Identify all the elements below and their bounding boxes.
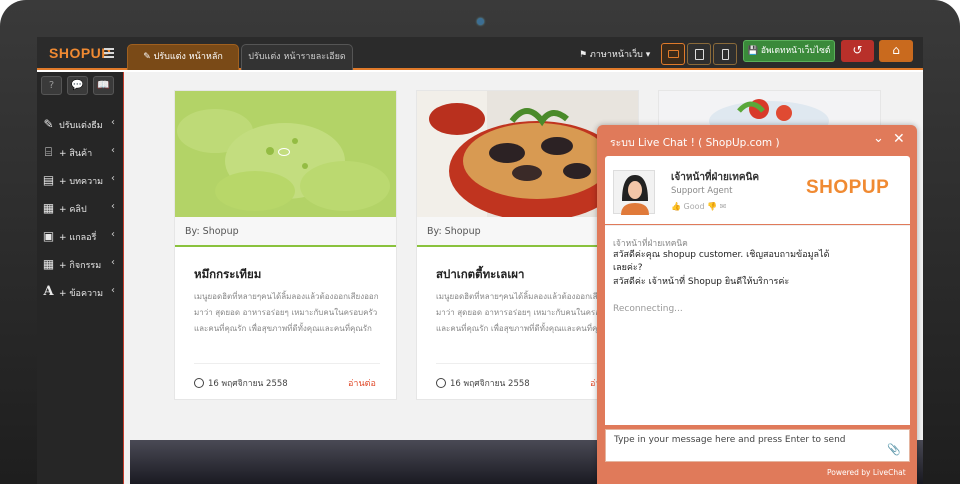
sidebar-item-label: + สินค้า (59, 149, 93, 159)
tab-customize-detail[interactable]: ปรับแต่ง หน้ารายละเอียด (241, 44, 353, 70)
powered-by-label: Powered by LiveChat (827, 468, 906, 477)
chevron-left-icon: ‹ (111, 117, 115, 128)
help-icon[interactable]: ? (41, 76, 62, 95)
monitor-icon (668, 50, 679, 58)
undo-button[interactable]: ↺ (841, 40, 874, 62)
livechat-widget: ระบบ Live Chat ! ( ShopUp.com ) ⌄ ✕ เจ้า… (597, 125, 917, 484)
card-description: เมนูยอดฮิตที่หลายๆคนได้ลิ้มลองแล้วต้องออ… (436, 292, 621, 333)
gift-icon: ⌸ (44, 145, 53, 159)
card-date: 16 พฤศจิกายน 2558 (436, 376, 530, 390)
card-title[interactable]: สปาเกตตี้ทะเลเผา (436, 266, 524, 284)
email-icon[interactable]: ✉ (720, 202, 727, 211)
document-icon: ▤ (42, 173, 55, 187)
tab-label: ปรับแต่ง หน้าหลัก (153, 52, 223, 62)
phone-icon (722, 49, 729, 60)
sidebar-item-label: + แกลอรี่ (59, 233, 97, 243)
hamburger-menu-icon[interactable] (104, 48, 114, 58)
sidebar-item-label: + บทความ (59, 177, 104, 187)
language-dropdown[interactable]: ⚑ ภาษาหน้าเว็บ ▾ (579, 47, 650, 61)
attachment-icon[interactable]: 📎 (887, 443, 901, 456)
card-description: เมนูยอดฮิตที่หลายๆคนได้ลิ้มลองแล้วต้องออ… (194, 292, 379, 333)
divider (436, 363, 622, 364)
clock-icon (436, 378, 446, 388)
desktop-preview-button[interactable] (661, 43, 685, 65)
pencil-icon: ✎ (143, 52, 154, 62)
chevron-left-icon: ‹ (111, 257, 115, 268)
image-icon: ▣ (42, 229, 55, 243)
shopup-chat-logo: SHOPUP (806, 177, 890, 198)
text-icon: A (43, 284, 54, 299)
undo-icon: ↺ (852, 43, 863, 57)
update-website-button[interactable]: 💾 อัพเดทหน้าเว็บไซต์ (743, 40, 835, 62)
camera-dot (477, 18, 484, 25)
food-image-calamari (175, 91, 396, 217)
clock-icon (194, 378, 204, 388)
divider (194, 363, 380, 364)
sidebar-item-article[interactable]: ▤ + บทความ ‹ (37, 169, 123, 193)
editor-topbar: SHOPUP ✎ ปรับแต่ง หน้าหลัก ปรับแต่ง หน้า… (37, 37, 923, 70)
card-author: By: Shopup (175, 217, 396, 247)
chat-icon[interactable]: 💬 (67, 76, 88, 95)
home-button[interactable]: ⌂ (879, 40, 913, 62)
date-text: 16 พฤศจิกายน 2558 (450, 379, 530, 389)
blog-card[interactable]: By: Shopup หมึกกระเทียม เมนูยอดฮิตที่หลา… (174, 90, 397, 400)
calendar-icon: ▦ (42, 257, 55, 271)
book-icon[interactable]: 📖 (93, 76, 114, 95)
chevron-left-icon: ‹ (111, 145, 115, 156)
sidebar-item-theme[interactable]: ✎ ปรับแต่งธีม ‹ (37, 113, 123, 137)
chevron-left-icon: ‹ (111, 201, 115, 212)
editor-sidebar: ? 💬 📖 ✎ ปรับแต่งธีม ‹ ⌸ + สินค้า ‹ ▤ + บ… (37, 72, 123, 484)
sidebar-item-text[interactable]: A + ข้อความ ‹ (37, 281, 123, 305)
film-icon: ▦ (42, 201, 55, 215)
sidebar-item-label: ปรับแต่งธีม (59, 121, 103, 131)
agent-avatar (613, 170, 655, 215)
chevron-left-icon: ‹ (111, 229, 115, 240)
tab-label: ปรับแต่ง หน้ารายละเอียด (248, 52, 346, 62)
agent-card: เจ้าหน้าที่ฝ่ายเทคนิค Support Agent 👍 Go… (605, 156, 910, 224)
edit-icon: ✎ (43, 117, 54, 131)
sidebar-item-gallery[interactable]: ▣ + แกลอรี่ ‹ (37, 225, 123, 249)
chat-message: สวัสดีค่ะคุณ shopup customer. เชิญสอบถาม… (613, 250, 830, 273)
close-icon[interactable]: ✕ (893, 131, 905, 147)
tablet-icon (695, 49, 704, 60)
sidebar-item-label: + กิจกรรม (59, 261, 102, 271)
agent-role: Support Agent (671, 186, 733, 196)
thumbs-down-icon[interactable]: 👎 (707, 202, 717, 211)
read-more-link[interactable]: อ่านต่อ (348, 376, 376, 390)
connection-status: Reconnecting... (613, 304, 683, 314)
mobile-preview-button[interactable] (713, 43, 737, 65)
chevron-left-icon: ‹ (111, 285, 115, 296)
rating-label: Good (683, 202, 705, 211)
sidebar-item-label: + ข้อความ (59, 289, 104, 299)
sidebar-item-label: + คลิป (59, 205, 87, 215)
sidebar-item-clip[interactable]: ▦ + คลิป ‹ (37, 197, 123, 221)
card-title[interactable]: หมึกกระเทียม (194, 266, 261, 284)
message-sender: เจ้าหน้าที่ฝ่ายเทคนิค (613, 239, 688, 249)
shopup-logo: SHOPUP (49, 45, 112, 61)
tab-customize-home[interactable]: ✎ ปรับแต่ง หน้าหลัก (127, 44, 239, 70)
chat-message: สวัสดีค่ะ เจ้าหน้าที่ Shopup ยินดีให้บริ… (613, 277, 790, 287)
laptop-frame: SHOPUP ✎ ปรับแต่ง หน้าหลัก ปรับแต่ง หน้า… (0, 0, 960, 484)
agent-name: เจ้าหน้าที่ฝ่ายเทคนิค (671, 172, 760, 183)
chat-transcript: เจ้าหน้าที่ฝ่ายเทคนิค สวัสดีค่ะคุณ shopu… (605, 225, 910, 425)
rating-bar: 👍 Good 👎 ✉ (671, 202, 726, 211)
tablet-preview-button[interactable] (687, 43, 711, 65)
sidebar-item-event[interactable]: ▦ + กิจกรรม ‹ (37, 253, 123, 277)
thumbs-up-icon[interactable]: 👍 (671, 202, 681, 211)
livechat-title: ระบบ Live Chat ! ( ShopUp.com ) (610, 137, 780, 149)
chevron-down-icon[interactable]: ⌄ (873, 131, 884, 146)
date-text: 16 พฤศจิกายน 2558 (208, 379, 288, 389)
sidebar-item-product[interactable]: ⌸ + สินค้า ‹ (37, 141, 123, 165)
chevron-left-icon: ‹ (111, 173, 115, 184)
eye-icon[interactable] (278, 148, 290, 156)
chat-message-input[interactable]: Type in your message here and press Ente… (605, 429, 910, 462)
card-date: 16 พฤศจิกายน 2558 (194, 376, 288, 390)
home-icon: ⌂ (892, 43, 900, 57)
